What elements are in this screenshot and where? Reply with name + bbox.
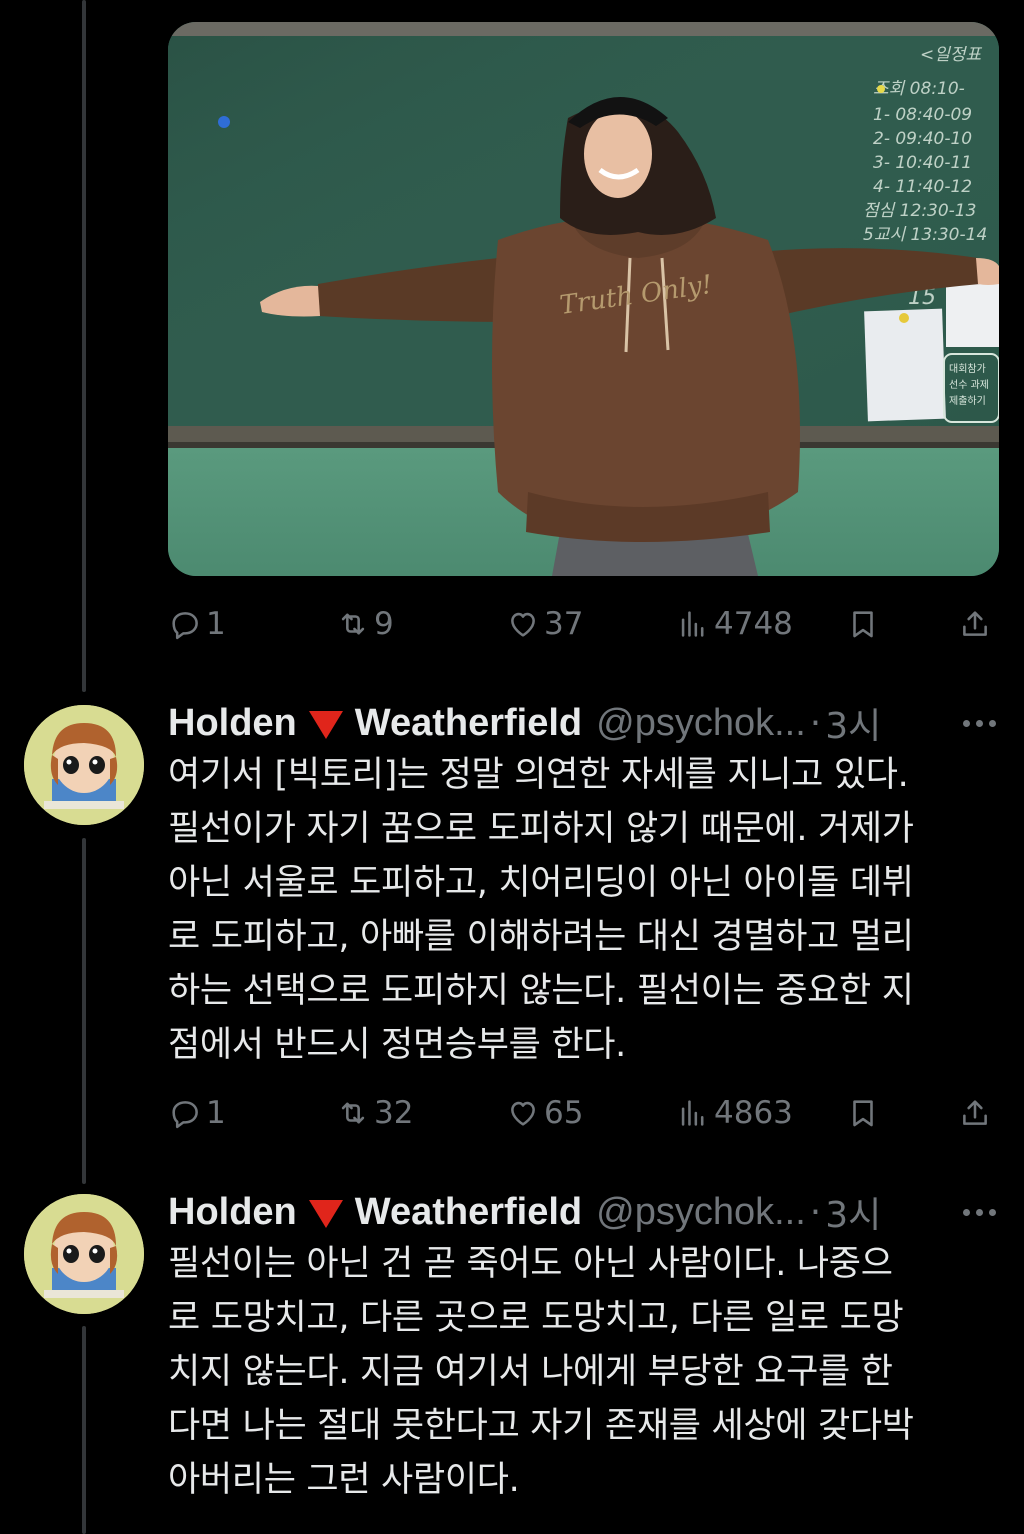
red-triangle-icon — [308, 711, 343, 739]
svg-text:4- 11:40-12: 4- 11:40-12 — [873, 177, 972, 197]
avatar-illustration — [24, 705, 144, 825]
like-count: 65 — [544, 1095, 584, 1131]
share-icon — [963, 1100, 987, 1125]
author-handle[interactable]: @psychok... — [596, 1191, 806, 1234]
svg-text:2- 09:40-10: 2- 09:40-10 — [873, 129, 972, 149]
svg-text:5교시 13:30-14: 5교시 13:30-14 — [863, 225, 987, 245]
retweet-icon — [341, 1102, 365, 1124]
author-name-first[interactable]: Holden — [168, 1191, 297, 1234]
author-avatar[interactable] — [24, 1194, 144, 1314]
author-name-last[interactable]: Weatherfield — [355, 1191, 582, 1234]
svg-text:제출하기: 제출하기 — [949, 394, 986, 407]
share-button[interactable] — [958, 600, 996, 648]
like-button[interactable]: 65 — [506, 1089, 583, 1137]
thread-line-bottom — [82, 1326, 86, 1534]
author-name-first[interactable]: Holden — [168, 702, 297, 745]
tweet-actions-1: 1 32 65 4863 — [168, 1089, 998, 1137]
svg-text:1- 08:40-09: 1- 08:40-09 — [873, 105, 972, 125]
classroom-photo: <일정표 조회 08:10- 1- 08:40-09 2- 09:40-10 3… — [168, 22, 999, 576]
tweet-time[interactable]: 3시 — [825, 1186, 881, 1238]
more-button[interactable] — [963, 698, 996, 748]
tweet-text: 여기서 [빅토리]는 정말 의연한 자세를 지니고 있다. 필선이가 자기 꿈으… — [168, 755, 914, 1065]
heart-icon — [511, 612, 535, 637]
avatar-illustration — [24, 1194, 144, 1314]
reply-icon — [172, 612, 198, 640]
views-count: 4863 — [714, 1095, 793, 1131]
author-name-last[interactable]: Weatherfield — [355, 702, 582, 745]
svg-text:대회참가: 대회참가 — [949, 363, 986, 375]
tweet-text: 필선이는 아닌 건 곧 죽어도 아닌 사람이다. 나중으 로 도망치고, 다른 … — [168, 1244, 914, 1500]
author-avatar[interactable] — [24, 705, 144, 825]
share-button[interactable] — [958, 1089, 996, 1137]
tweet-header-1: Holden Weatherfield @psychok... · 3시 — [168, 698, 1000, 748]
tweet-header-2: Holden Weatherfield @psychok... · 3시 — [168, 1187, 1000, 1237]
bookmark-icon — [853, 1100, 873, 1127]
retweet-button[interactable]: 32 — [336, 1089, 413, 1137]
share-icon — [963, 611, 987, 636]
views-icon — [681, 611, 704, 637]
more-icon — [963, 719, 970, 727]
tweet-actions-0: 1 9 37 4748 — [168, 600, 998, 648]
retweet-count: 32 — [374, 1095, 414, 1131]
bookmark-icon — [853, 611, 873, 638]
tweet-time[interactable]: 3시 — [825, 697, 881, 749]
svg-text:조회 08:10-: 조회 08:10- — [873, 79, 965, 99]
retweet-button[interactable]: 9 — [336, 600, 394, 648]
reply-button[interactable]: 1 — [168, 600, 226, 648]
heart-icon — [511, 1101, 535, 1126]
reply-button[interactable]: 1 — [168, 1089, 226, 1137]
like-count: 37 — [544, 606, 584, 642]
more-icon — [963, 1208, 970, 1216]
views-icon — [681, 1100, 704, 1126]
retweet-icon — [341, 613, 365, 635]
bookmark-button[interactable] — [846, 1089, 884, 1137]
svg-text:선수 과제: 선수 과제 — [949, 379, 989, 391]
author-handle[interactable]: @psychok... — [596, 702, 806, 745]
bookmark-button[interactable] — [846, 600, 884, 648]
svg-text:점심 12:30-13: 점심 12:30-13 — [863, 201, 976, 221]
red-triangle-icon — [308, 1200, 343, 1228]
board-header-text: <일정표 — [920, 45, 983, 65]
thread-line-top — [82, 0, 86, 692]
reply-count: 1 — [206, 606, 226, 642]
separator-dot: · — [809, 702, 822, 744]
more-button[interactable] — [963, 1187, 996, 1237]
reply-count: 1 — [206, 1095, 226, 1131]
views-button[interactable]: 4748 — [676, 600, 793, 648]
thread-line-middle — [82, 838, 86, 1184]
svg-text:3- 10:40-11: 3- 10:40-11 — [873, 153, 972, 173]
reply-icon — [172, 1101, 198, 1129]
separator-dot: · — [809, 1191, 822, 1233]
tweet-media-photo[interactable]: <일정표 조회 08:10- 1- 08:40-09 2- 09:40-10 3… — [168, 22, 999, 576]
retweet-count: 9 — [374, 606, 394, 642]
views-button[interactable]: 4863 — [676, 1089, 793, 1137]
like-button[interactable]: 37 — [506, 600, 583, 648]
views-count: 4748 — [714, 606, 793, 642]
